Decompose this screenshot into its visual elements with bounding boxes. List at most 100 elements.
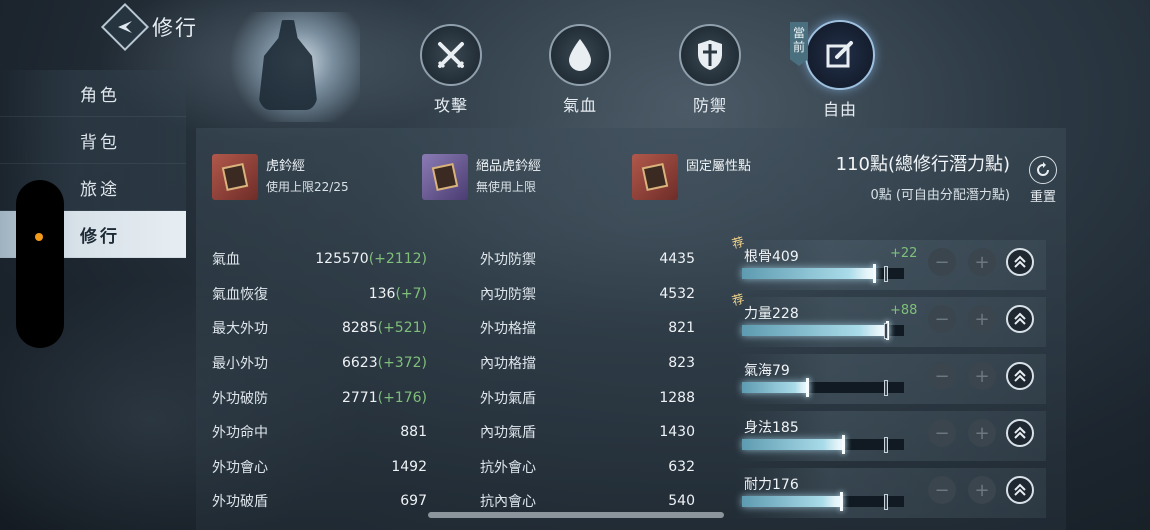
item-usage: 使用上限22/25 xyxy=(266,180,349,194)
double-chevron-up-icon xyxy=(1014,369,1026,382)
stat-name: 抗外會心 xyxy=(480,459,536,476)
stat-value: 125570(+2112) xyxy=(315,251,427,268)
stat-row: 內功格擋 823 xyxy=(480,346,695,381)
stat-row: 內功氣盾 1430 xyxy=(480,415,695,450)
attribute-bar-fill xyxy=(742,439,844,450)
nav-item-character[interactable]: 角色 xyxy=(0,70,186,117)
max-up-button[interactable] xyxy=(1006,476,1034,504)
stat-value: 540 xyxy=(668,493,695,510)
item-tiger-manual[interactable]: 虎鈐經 使用上限22/25 xyxy=(212,154,349,200)
item-premium-tiger-manual[interactable]: 絕品虎鈐經 無使用上限 xyxy=(422,154,541,200)
attribute-label: 身法185 xyxy=(744,420,799,436)
attribute-row-strength: 荐 力量228 +88 − + xyxy=(731,292,1046,347)
stat-name: 內功氣盾 xyxy=(480,425,536,442)
decrease-button[interactable]: − xyxy=(928,248,956,276)
free-points: 0點 (可自由分配潛力點) xyxy=(870,188,1010,203)
tab-free[interactable]: 自由 xyxy=(800,20,880,120)
stat-name: 外功會心 xyxy=(212,459,268,476)
increase-button[interactable]: + xyxy=(968,476,996,504)
tab-attack-label: 攻擊 xyxy=(433,96,468,115)
book-icon xyxy=(212,154,258,200)
stat-name: 抗內會心 xyxy=(480,494,536,511)
decrease-button[interactable]: − xyxy=(928,362,956,390)
decrease-button[interactable]: − xyxy=(928,476,956,504)
decrease-button[interactable]: − xyxy=(928,305,956,333)
attribute-bar-cap xyxy=(884,437,888,453)
stat-row: 氣血恢復 136(+7) xyxy=(212,277,427,312)
stat-value: 821 xyxy=(668,320,695,337)
nav-item-bag[interactable]: 背包 xyxy=(0,117,186,164)
stat-name: 外功防禦 xyxy=(480,252,536,269)
stat-value: 2771(+176) xyxy=(341,389,427,406)
edit-icon xyxy=(805,20,875,90)
stat-name: 氣血恢復 xyxy=(212,286,268,303)
stat-row: 最小外功 6623(+372) xyxy=(212,346,427,381)
increase-button[interactable]: + xyxy=(968,419,996,447)
attribute-bonus: +22 xyxy=(890,246,918,261)
max-up-button[interactable] xyxy=(1006,362,1034,390)
attribute-bar-cap xyxy=(884,266,888,282)
max-up-button[interactable] xyxy=(1006,305,1034,333)
stat-row: 抗外會心 632 xyxy=(480,450,695,485)
stat-value: 1492 xyxy=(391,458,427,475)
stat-value: 823 xyxy=(668,355,695,372)
stat-row: 外功氣盾 1288 xyxy=(480,380,695,415)
tab-defense-label: 防禦 xyxy=(692,96,727,115)
item-name: 絕品虎鈐經 xyxy=(476,159,542,174)
stat-value: 1430 xyxy=(659,424,695,441)
stat-row: 外功防禦 4435 xyxy=(480,242,695,277)
stat-row: 外功破防 2771(+176) xyxy=(212,380,427,415)
total-points: 110點(總修行潛力點) xyxy=(835,154,1010,175)
attribute-row-constitution: 荐 根骨409 +22 − + xyxy=(731,235,1046,290)
horizontal-scrollbar[interactable] xyxy=(428,512,724,518)
attribute-bonus: +88 xyxy=(890,303,918,318)
increase-button[interactable]: + xyxy=(968,305,996,333)
max-up-button[interactable] xyxy=(1006,419,1034,447)
stat-value: 1288 xyxy=(659,389,695,406)
stat-row: 外功會心 1492 xyxy=(212,450,427,485)
stat-name: 外功氣盾 xyxy=(480,390,536,407)
stat-name: 外功命中 xyxy=(212,425,268,442)
increase-button[interactable]: + xyxy=(968,362,996,390)
attribute-label: 力量228 xyxy=(744,306,799,322)
attribute-bar-fill xyxy=(742,325,888,336)
max-up-button[interactable] xyxy=(1006,248,1034,276)
book-icon xyxy=(632,154,678,200)
stat-value: 4435 xyxy=(659,251,695,268)
attribute-row-qi-sea: 氣海79 − + xyxy=(736,354,1046,404)
attribute-bar-marker xyxy=(806,378,809,397)
decrease-button[interactable]: − xyxy=(928,419,956,447)
attribute-row-endurance: 耐力176 − + xyxy=(736,468,1046,518)
item-fixed-points[interactable]: 固定屬性點 xyxy=(632,154,751,200)
item-usage: 無使用上限 xyxy=(476,180,537,194)
refresh-icon xyxy=(1029,156,1057,184)
stat-name: 內功格擋 xyxy=(480,356,536,373)
stat-value: 4532 xyxy=(659,285,695,302)
attribute-label: 氣海79 xyxy=(744,363,790,379)
stat-row: 內功防禦 4532 xyxy=(480,277,695,312)
double-chevron-up-icon xyxy=(1014,312,1026,325)
stat-row: 外功格擋 821 xyxy=(480,311,695,346)
tab-free-label: 自由 xyxy=(822,100,857,119)
stat-name: 最大外功 xyxy=(212,321,268,338)
increase-button[interactable]: + xyxy=(968,248,996,276)
tab-vitality[interactable]: 氣血 xyxy=(540,24,620,116)
book-icon xyxy=(422,154,468,200)
tab-defense[interactable]: 防禦 xyxy=(670,24,750,116)
stat-value: 8285(+521) xyxy=(341,320,427,337)
swords-icon xyxy=(420,24,482,86)
cultivation-emblem-icon xyxy=(100,2,150,52)
stat-value: 632 xyxy=(668,458,695,475)
double-chevron-up-icon xyxy=(1014,255,1026,268)
reset-button[interactable]: 重置 xyxy=(1026,156,1060,205)
potential-points: 110點(總修行潛力點) 0點 (可自由分配潛力點) xyxy=(836,150,1010,203)
double-chevron-up-icon xyxy=(1014,426,1026,439)
tab-attack[interactable]: 攻擊 xyxy=(411,24,491,116)
item-name: 虎鈐經 xyxy=(266,159,306,174)
item-name: 固定屬性點 xyxy=(686,159,752,174)
attribute-bar-cap xyxy=(884,380,888,396)
stat-name: 外功格擋 xyxy=(480,321,536,338)
attribute-bar-fill xyxy=(742,496,842,507)
side-handle[interactable] xyxy=(16,180,64,348)
stat-name: 內功防禦 xyxy=(480,286,536,303)
